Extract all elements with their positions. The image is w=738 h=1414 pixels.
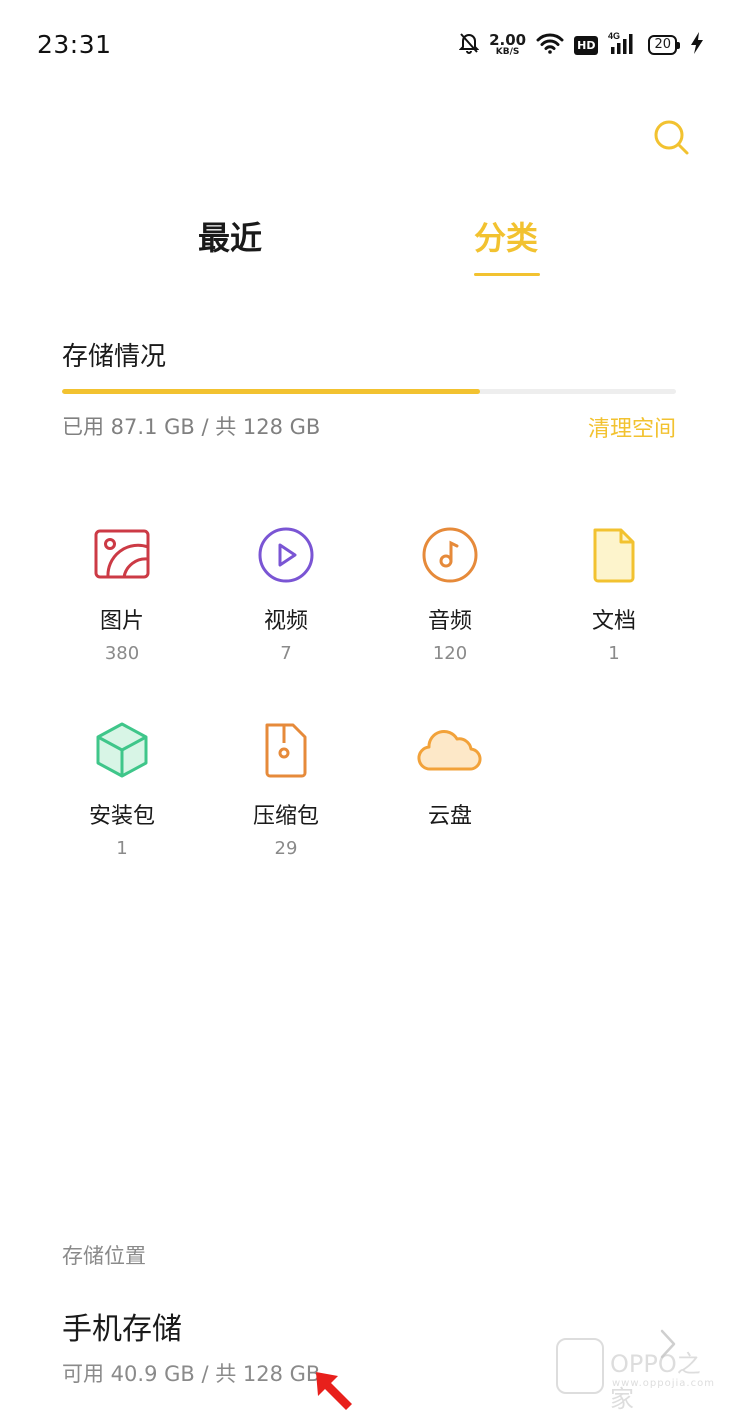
charging-bolt-icon (690, 32, 704, 58)
search-button[interactable] (652, 118, 692, 158)
net-speed-unit: KB/S (495, 47, 520, 57)
category-label: 安装包 (88, 804, 155, 829)
wifi-icon (536, 32, 564, 58)
category-images[interactable]: 图片 380 (40, 520, 204, 664)
cloud-icon (368, 715, 532, 785)
category-archives[interactable]: 压缩包 29 (204, 715, 368, 859)
watermark-logo-icon (556, 1338, 604, 1394)
document-icon (532, 520, 696, 590)
category-label: 视频 (263, 609, 308, 634)
category-label: 文档 (591, 609, 636, 634)
category-label: 音频 (427, 609, 472, 634)
category-count: 29 (274, 838, 298, 859)
storage-title: 存储情况 (62, 342, 167, 372)
tab-category[interactable]: 分类 (474, 213, 538, 259)
svg-text:4G: 4G (608, 31, 620, 41)
category-label: 云盘 (427, 804, 472, 829)
net-speed-value: 2.00 (489, 31, 527, 49)
tab-bar: 最近 分类 (0, 205, 738, 280)
watermark-url: www.oppojia.com (612, 1378, 715, 1389)
tab-active-indicator (474, 273, 540, 276)
phone-storage-available: 可用 40.9 GB / 共 128 GB (62, 1362, 321, 1386)
search-icon (654, 120, 689, 155)
category-label: 压缩包 (252, 804, 319, 829)
category-documents[interactable]: 文档 1 (532, 520, 696, 664)
archive-icon (204, 715, 368, 785)
category-count: 1 (608, 643, 620, 664)
category-count: 1 (116, 838, 128, 859)
storage-progress-bar (62, 389, 676, 394)
hd-badge: HD (574, 35, 599, 55)
signal-icon: 4G (608, 31, 638, 59)
status-time: 23:31 (37, 30, 112, 59)
category-packages[interactable]: 安装包 1 (40, 715, 204, 859)
watermark: OPPO之家 www.oppojia.com (556, 1338, 724, 1413)
category-count: 380 (104, 643, 140, 664)
category-cloud[interactable]: 云盘 (368, 715, 532, 838)
annotation-arrow-icon (310, 1368, 360, 1414)
status-icons: 2.00 KB/S HD 4G 20 (458, 30, 704, 60)
category-label: 图片 (99, 609, 144, 634)
category-videos[interactable]: 视频 7 (204, 520, 368, 664)
battery-level: 20 (648, 35, 677, 55)
bell-off-icon (458, 32, 480, 58)
image-icon (40, 520, 204, 590)
category-count: 7 (280, 643, 292, 664)
audio-icon (368, 520, 532, 590)
package-icon (40, 715, 204, 785)
tab-recent[interactable]: 最近 (198, 213, 262, 259)
status-bar: 23:31 2.00 KB/S HD 4G 20 (0, 0, 738, 90)
storage-location-header: 存储位置 (62, 1244, 146, 1268)
category-audio[interactable]: 音频 120 (368, 520, 532, 664)
video-icon (204, 520, 368, 590)
clean-space-button[interactable]: 清理空间 (588, 411, 676, 443)
net-speed: 2.00 KB/S (489, 33, 526, 57)
storage-used-text: 已用 87.1 GB / 共 128 GB (62, 415, 321, 439)
battery-icon: 20 (648, 35, 680, 55)
storage-progress-fill (62, 389, 480, 394)
category-count: 120 (432, 643, 468, 664)
phone-storage-name: 手机存储 (62, 1312, 182, 1347)
